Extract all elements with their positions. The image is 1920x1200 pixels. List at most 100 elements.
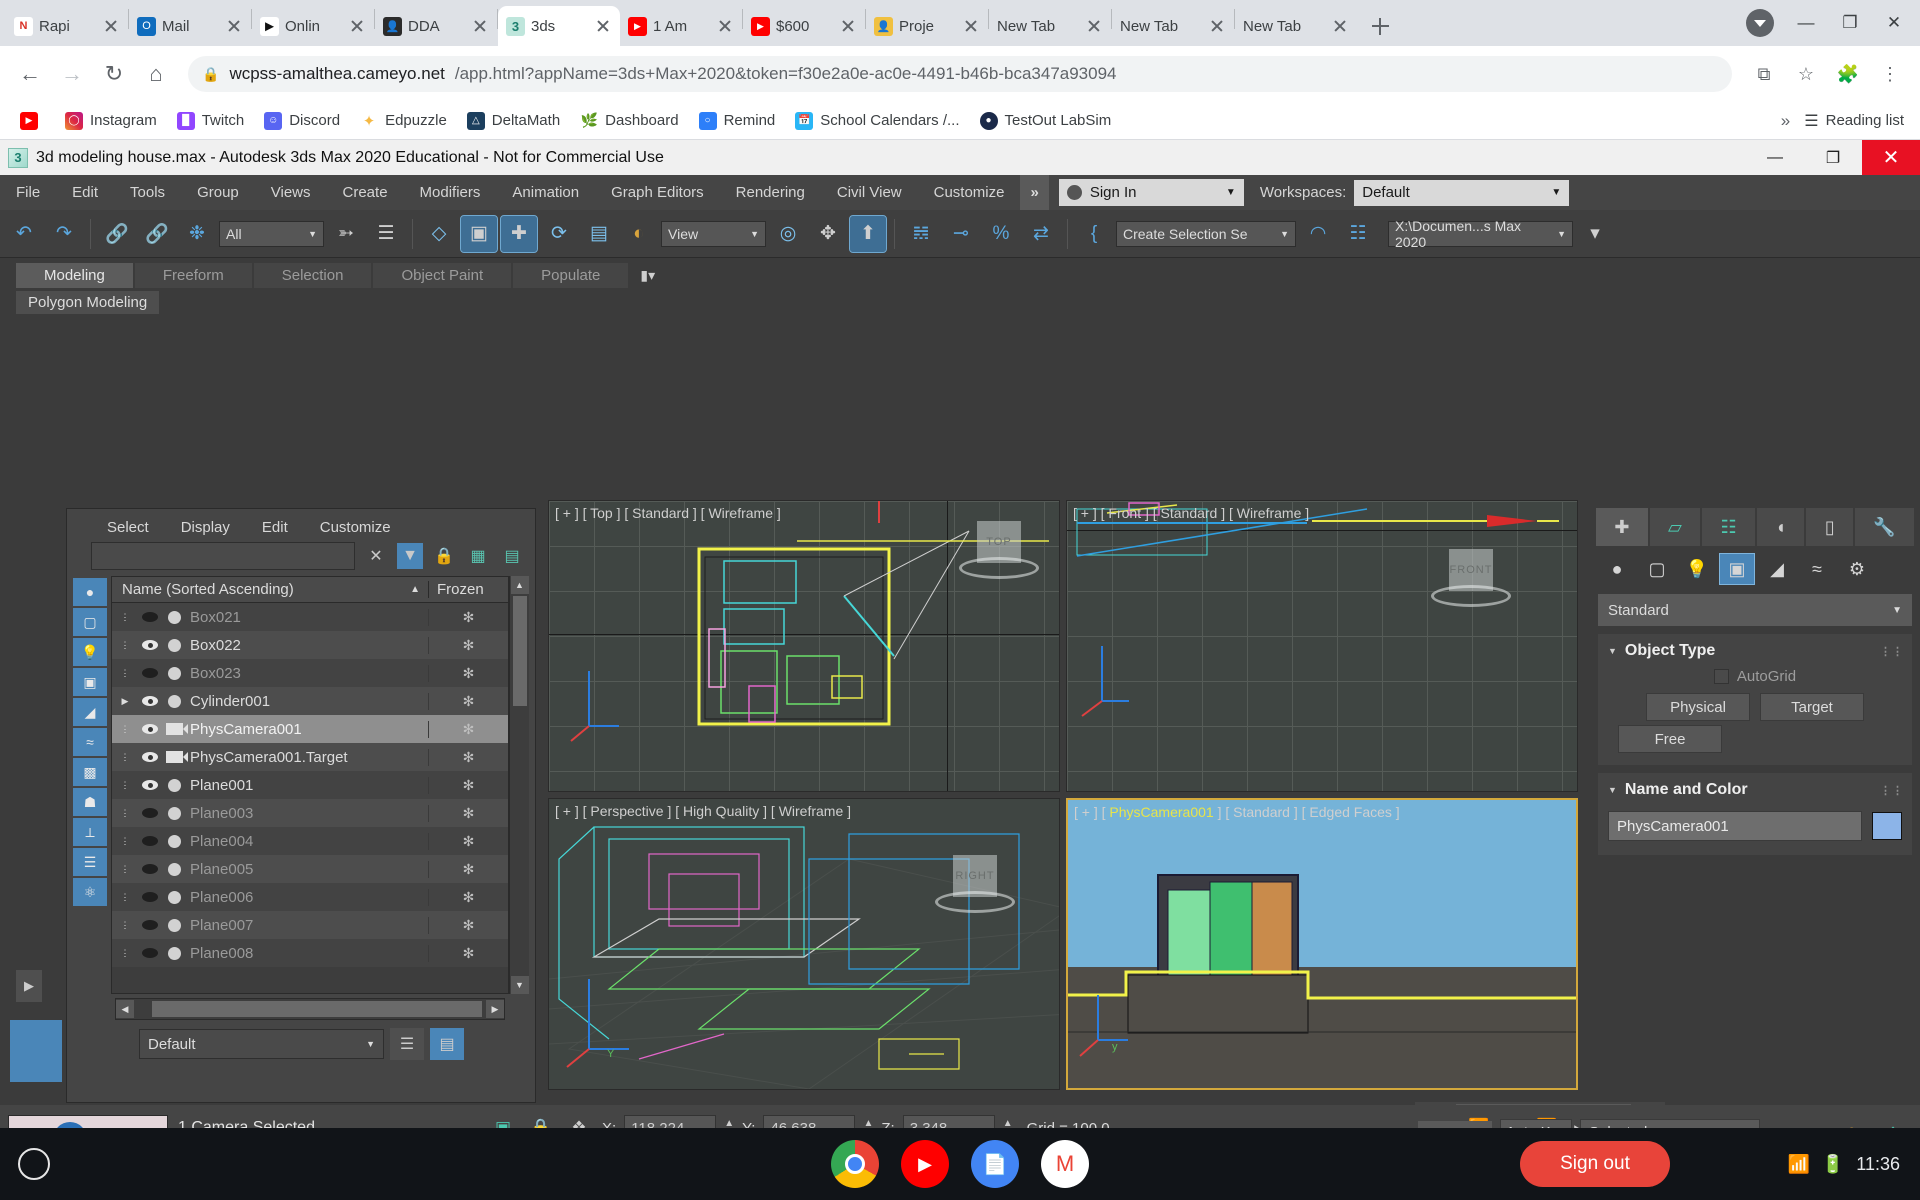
scene-object-row[interactable]: ⋮ Box021 ✻	[112, 603, 508, 631]
filter-icon[interactable]: ▼	[397, 543, 423, 569]
max-minimize-button[interactable]: —	[1746, 140, 1804, 175]
bookmark-item[interactable]: ▶	[12, 108, 53, 134]
modify-icon[interactable]: ▱	[1649, 508, 1701, 546]
reload-button[interactable]: ↻	[96, 56, 132, 92]
autogrid-checkbox[interactable]	[1713, 669, 1729, 684]
snap-toggle-icon[interactable]: ⬆	[849, 214, 887, 253]
select-link-icon[interactable]: 🔗	[99, 216, 135, 252]
battery-icon[interactable]: 🔋	[1822, 1154, 1844, 1175]
ribbon-toggle-icon[interactable]: ▮▾	[630, 263, 665, 288]
object-name-input[interactable]: PhysCamera001	[1608, 811, 1862, 841]
browser-menu-icon[interactable]: ⋮	[1872, 56, 1908, 92]
frozen-toggle-icon[interactable]: ✻	[428, 916, 508, 934]
chrome-icon[interactable]	[831, 1140, 879, 1188]
home-button[interactable]: ⌂	[138, 56, 174, 92]
object-color-swatch[interactable]	[1872, 812, 1902, 840]
select-and-scale-icon[interactable]: ▤	[581, 216, 617, 252]
motion-icon[interactable]: ◖	[1756, 508, 1805, 546]
sign-in-button[interactable]: Sign In ▼	[1058, 179, 1244, 206]
project-folder-select[interactable]: X:\Documen...s Max 2020 ▼	[1388, 218, 1573, 250]
max-restore-button[interactable]: ❐	[1804, 140, 1862, 175]
visibility-toggle-icon[interactable]	[138, 752, 162, 762]
bookmark-item[interactable]: ☺ Discord	[256, 108, 348, 134]
layer-select[interactable]: Default ▼	[139, 1029, 384, 1059]
ref-coord-system-select[interactable]: View ▼	[661, 220, 766, 247]
scene-object-row[interactable]: ⋮ PhysCamera001.Target ✻	[112, 743, 508, 771]
frozen-toggle-icon[interactable]: ✻	[428, 804, 508, 822]
scrollbar-thumb[interactable]	[512, 596, 527, 706]
browser-tab[interactable]: ▶ 1 Am	[620, 6, 742, 46]
display-icon[interactable]: ▯	[1806, 508, 1853, 546]
lights-icon[interactable]: 💡	[1680, 554, 1714, 584]
viewport-physcamera[interactable]: y [ + ] [ PhysCamera001 ] [ Standard ] […	[1066, 798, 1578, 1090]
scene-object-row[interactable]: ▶ Cylinder001 ✻	[112, 687, 508, 715]
utilities-wrench-icon[interactable]: 🔧	[1854, 508, 1915, 546]
close-button[interactable]: ✕	[1874, 6, 1914, 40]
browser-tab-active[interactable]: 3 3ds	[498, 6, 620, 46]
percent-snap-icon[interactable]: %	[983, 216, 1019, 252]
scene-explorer-menu-display[interactable]: Display	[165, 519, 246, 536]
visibility-toggle-icon[interactable]	[138, 696, 162, 706]
shapes-icon[interactable]: ▢	[1640, 554, 1674, 584]
layer-explorer-icon[interactable]: ☷	[1340, 216, 1376, 252]
bookmark-item[interactable]: 📅 School Calendars /...	[787, 108, 967, 134]
frozen-toggle-icon[interactable]: ✻	[428, 664, 508, 682]
view-cube-ring[interactable]	[935, 891, 1015, 913]
gmail-icon[interactable]: M	[1041, 1140, 1089, 1188]
name-and-color-header[interactable]: ▼ Name and Color ⋮⋮	[1606, 779, 1904, 807]
browser-tab[interactable]: ▶ $600	[743, 6, 865, 46]
column-header-name[interactable]: Name (Sorted Ascending)	[112, 581, 410, 598]
address-bar[interactable]: 🔒 wcpss-amalthea.cameyo.net/app.html?app…	[188, 56, 1732, 92]
bind-space-warp-icon[interactable]: ❉	[179, 216, 215, 252]
menu-item-tools[interactable]: Tools	[114, 175, 181, 210]
profile-avatar[interactable]	[1746, 9, 1774, 37]
scroll-up-icon[interactable]: ▲	[510, 576, 529, 594]
frozen-toggle-icon[interactable]: ✻	[428, 720, 508, 738]
max-close-button[interactable]: ✕	[1862, 140, 1920, 175]
scroll-left-icon[interactable]: ◀	[116, 1000, 134, 1018]
close-icon[interactable]	[594, 17, 612, 35]
frozen-toggle-icon[interactable]: ✻	[428, 888, 508, 906]
ribbon-tab-populate[interactable]: Populate	[513, 263, 629, 288]
menu-item-graph-editors[interactable]: Graph Editors	[595, 175, 720, 210]
visibility-toggle-icon[interactable]	[138, 612, 162, 622]
select-and-manipulate-icon[interactable]: ✥	[810, 216, 846, 252]
menu-item-modifiers[interactable]: Modifiers	[404, 175, 497, 210]
collapse-triangle-icon[interactable]: ▼	[1608, 785, 1617, 795]
drag-grip-icon[interactable]: ⋮⋮	[1880, 784, 1904, 797]
scene-object-row[interactable]: ⋮ Plane006 ✻	[112, 883, 508, 911]
close-icon[interactable]	[471, 17, 489, 35]
frozen-toggle-icon[interactable]: ✻	[428, 608, 508, 626]
view-cube-perspective[interactable]: RIGHT	[935, 847, 1015, 917]
share-icon[interactable]: ⧉	[1746, 56, 1782, 92]
view-cube-ring[interactable]	[1431, 585, 1511, 607]
visibility-toggle-icon[interactable]	[138, 864, 162, 874]
filter-helpers-icon[interactable]: ◢	[73, 698, 107, 726]
viewport-label-top[interactable]: [ + ] [ Top ] [ Standard ] [ Wireframe ]	[555, 505, 781, 521]
scene-object-row[interactable]: ⋮ Plane007 ✻	[112, 911, 508, 939]
view-cube-front[interactable]: FRONT	[1431, 541, 1511, 611]
youtube-icon[interactable]: ▶	[901, 1140, 949, 1188]
visibility-toggle-icon[interactable]	[138, 808, 162, 818]
subcategory-select[interactable]: Standard ▼	[1598, 594, 1912, 626]
filter-particles-icon[interactable]: ☰	[73, 848, 107, 876]
menu-item-file[interactable]: File	[0, 175, 56, 210]
menu-item-animation[interactable]: Animation	[496, 175, 595, 210]
hierarchy-icon[interactable]: ☷	[1702, 508, 1755, 546]
cameras-icon[interactable]: ▣	[1719, 553, 1755, 585]
ribbon-tab-modeling[interactable]: Modeling	[16, 263, 133, 288]
scene-explorer-search-input[interactable]	[91, 542, 355, 570]
new-tab-button[interactable]	[1363, 9, 1397, 43]
reading-list-button[interactable]: ☰ Reading list	[1804, 111, 1908, 131]
systems-icon[interactable]: ⚙	[1840, 554, 1874, 584]
workspaces-select[interactable]: Default ▼	[1354, 179, 1570, 206]
menu-item-edit[interactable]: Edit	[56, 175, 114, 210]
visibility-toggle-icon[interactable]	[138, 640, 162, 650]
close-icon[interactable]	[102, 17, 120, 35]
scene-object-row[interactable]: ⋮ Plane003 ✻	[112, 799, 508, 827]
toolbar-overflow-icon[interactable]: ▾	[1577, 216, 1613, 252]
close-icon[interactable]	[839, 17, 857, 35]
clear-search-icon[interactable]: ✕	[363, 543, 389, 569]
menu-item-group[interactable]: Group	[181, 175, 255, 210]
angle-snap-icon[interactable]: 𝌦	[903, 216, 939, 252]
